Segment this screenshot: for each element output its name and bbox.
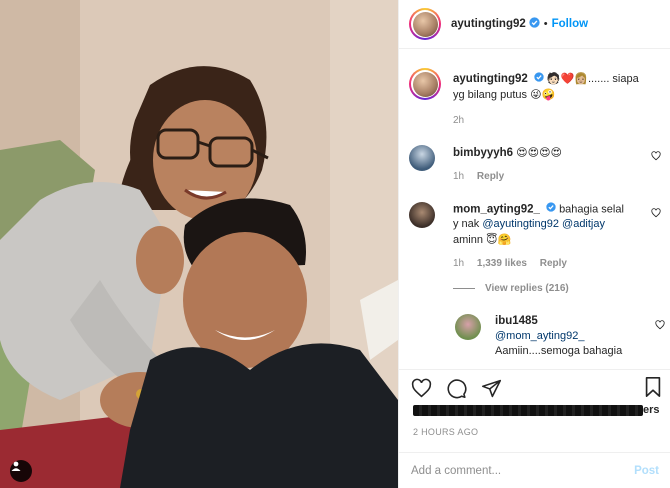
comment-time[interactable]: 1h — [453, 258, 464, 269]
verified-badge-icon — [529, 17, 540, 31]
comment-likes[interactable]: 1,339 likes — [477, 258, 527, 269]
share-icon[interactable] — [481, 378, 502, 399]
instagram-post-view: ayutingting92 • Follow ayutingting92 🧑🏻❤… — [0, 0, 670, 488]
reply-text: Aamiin....semoga bahagia — [495, 345, 623, 357]
author-avatar[interactable] — [409, 8, 441, 40]
caption-username[interactable]: ayutingting92 — [453, 73, 528, 85]
comment-text-a: bahagia selal — [559, 203, 624, 216]
comment-icon[interactable] — [446, 378, 467, 399]
reply-username[interactable]: ibu1485 — [495, 315, 538, 327]
separator-dot: • — [543, 18, 548, 30]
comments-list[interactable]: ayutingting92 🧑🏻❤️👩🏼....... siapa yg bil… — [399, 49, 670, 369]
comment-mention[interactable]: @ayutingting92 — [482, 218, 559, 230]
commenter-avatar[interactable] — [409, 202, 435, 228]
view-replies-button[interactable]: View replies (216) — [453, 283, 569, 294]
comment-text: 😍😍😍😍 — [516, 146, 563, 159]
heart-icon[interactable] — [655, 320, 665, 333]
commenter-avatar[interactable] — [409, 145, 435, 171]
reply-mention[interactable]: @mom_ayting92_ — [495, 330, 584, 342]
heart-icon[interactable] — [651, 208, 661, 221]
comment-username[interactable]: bimbyyyh6 — [453, 147, 513, 159]
verified-badge-icon — [546, 202, 556, 217]
comment-time[interactable]: 1h — [453, 171, 464, 182]
heart-icon[interactable] — [411, 378, 432, 399]
view-replies-label: View replies (216) — [485, 283, 569, 294]
add-comment-bar: Post — [399, 452, 670, 488]
author-username[interactable]: ayutingting92 — [451, 18, 526, 30]
comment-text-c: aminn — [453, 234, 483, 247]
likes-count[interactable]: ers — [413, 404, 660, 416]
add-comment-input[interactable] — [411, 464, 635, 477]
comment-text-b: y nak — [453, 218, 480, 231]
post-actions: ers 2 HOURS AGO — [399, 369, 670, 437]
user-tag-icon[interactable] — [10, 460, 32, 482]
verified-badge-icon — [534, 71, 544, 87]
photo-illustration — [0, 0, 398, 488]
replier-avatar[interactable] — [455, 314, 481, 340]
comment-emojis: 😇🤗 — [486, 233, 512, 247]
bookmark-icon[interactable] — [643, 376, 663, 401]
post-photo[interactable] — [0, 0, 398, 488]
likes-suffix: ers — [643, 404, 660, 416]
reply-button[interactable]: Reply — [477, 171, 504, 182]
redacted-likes — [413, 404, 643, 416]
post-header: ayutingting92 • Follow — [399, 0, 670, 49]
comment-mention[interactable]: @aditjay — [562, 218, 605, 230]
caption-time[interactable]: 2h — [453, 115, 464, 126]
caption-trailing-emojis: 😜🤪 — [530, 88, 556, 101]
comment-username[interactable]: mom_ayting92_ — [453, 203, 540, 215]
post-button[interactable]: Post — [634, 465, 659, 477]
post-sidebar: ayutingting92 • Follow ayutingting92 🧑🏻❤… — [398, 0, 670, 488]
reply-button[interactable]: Reply — [540, 258, 567, 269]
caption-emojis: 🧑🏻❤️👩🏼 — [546, 72, 588, 85]
divider-line — [453, 288, 475, 289]
post-date[interactable]: 2 HOURS AGO — [413, 427, 478, 437]
follow-button[interactable]: Follow — [552, 18, 588, 30]
caption-avatar[interactable] — [409, 68, 441, 100]
heart-icon[interactable] — [651, 151, 661, 164]
